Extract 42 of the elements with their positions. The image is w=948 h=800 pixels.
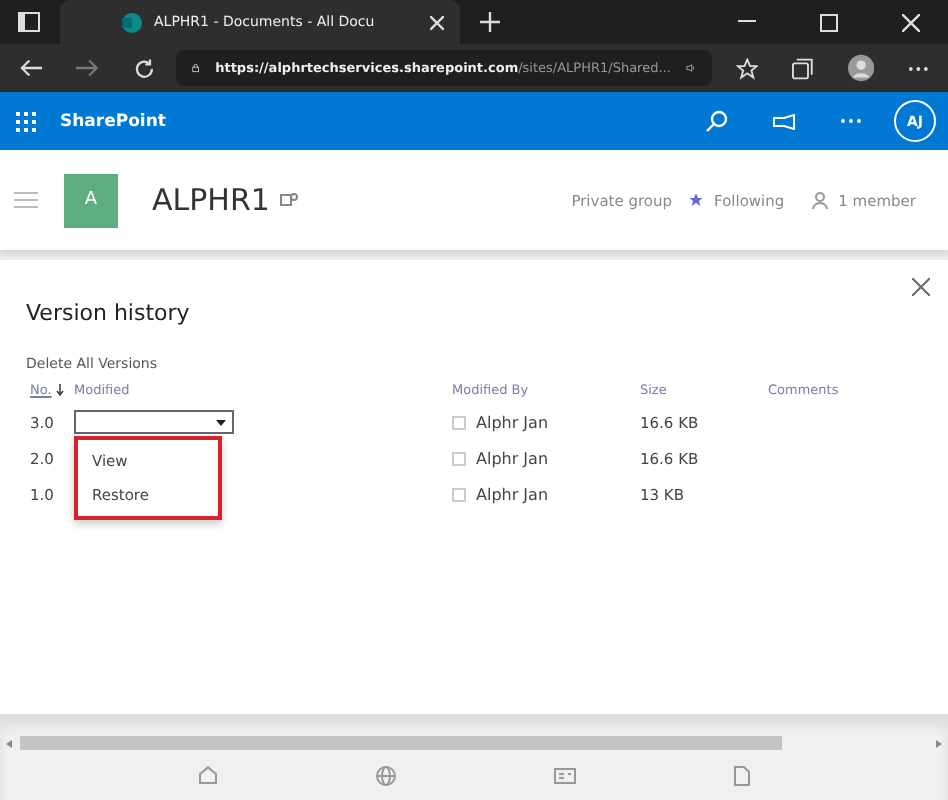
minimize-icon[interactable] [738,20,756,24]
scroll-left-icon[interactable] [6,739,12,747]
caret-icon [216,419,226,425]
megaphone-icon[interactable] [772,113,796,129]
new-tab-icon[interactable] [480,12,501,32]
star-icon[interactable] [688,192,705,208]
scrollbar-thumb[interactable] [20,736,783,750]
profile-icon[interactable] [847,54,874,82]
news-icon[interactable] [553,767,576,783]
sort-down-icon [55,384,64,396]
app-launcher-icon[interactable] [16,111,36,131]
modified-by: Alphr Jan [476,449,549,467]
home-icon[interactable] [198,766,219,784]
checkbox-icon[interactable] [452,451,466,465]
scroll-right-icon[interactable] [936,739,942,747]
collections-icon[interactable] [792,57,814,79]
favorites-icon[interactable] [735,57,759,79]
globe-icon[interactable] [376,765,397,785]
back-icon[interactable] [20,58,43,78]
tab-actions-icon[interactable] [18,12,40,32]
site-name[interactable]: ALPHR1 [152,182,270,218]
close-icon[interactable] [912,278,930,296]
document-icon[interactable] [733,765,750,785]
version-dropdown[interactable] [74,410,234,434]
app-name[interactable]: SharePoint [60,111,166,131]
checkbox-icon[interactable] [452,415,466,429]
read-aloud-icon[interactable] [686,58,696,78]
person-icon [812,191,829,209]
checkbox-icon[interactable] [452,487,466,501]
modified-by: Alphr Jan [476,413,549,431]
lock-icon [191,58,200,78]
more-icon[interactable] [840,118,862,124]
sharepoint-logo-icon [120,11,142,33]
forward-icon[interactable] [76,58,100,78]
teams-icon [279,192,298,208]
maximize-icon[interactable] [820,13,838,31]
search-icon[interactable] [706,110,728,132]
panel-title: Version history [26,300,190,326]
refresh-icon[interactable] [133,57,154,79]
modified-by: Alphr Jan [476,485,549,503]
more-icon[interactable] [907,65,929,71]
site-logo: A [64,173,118,227]
